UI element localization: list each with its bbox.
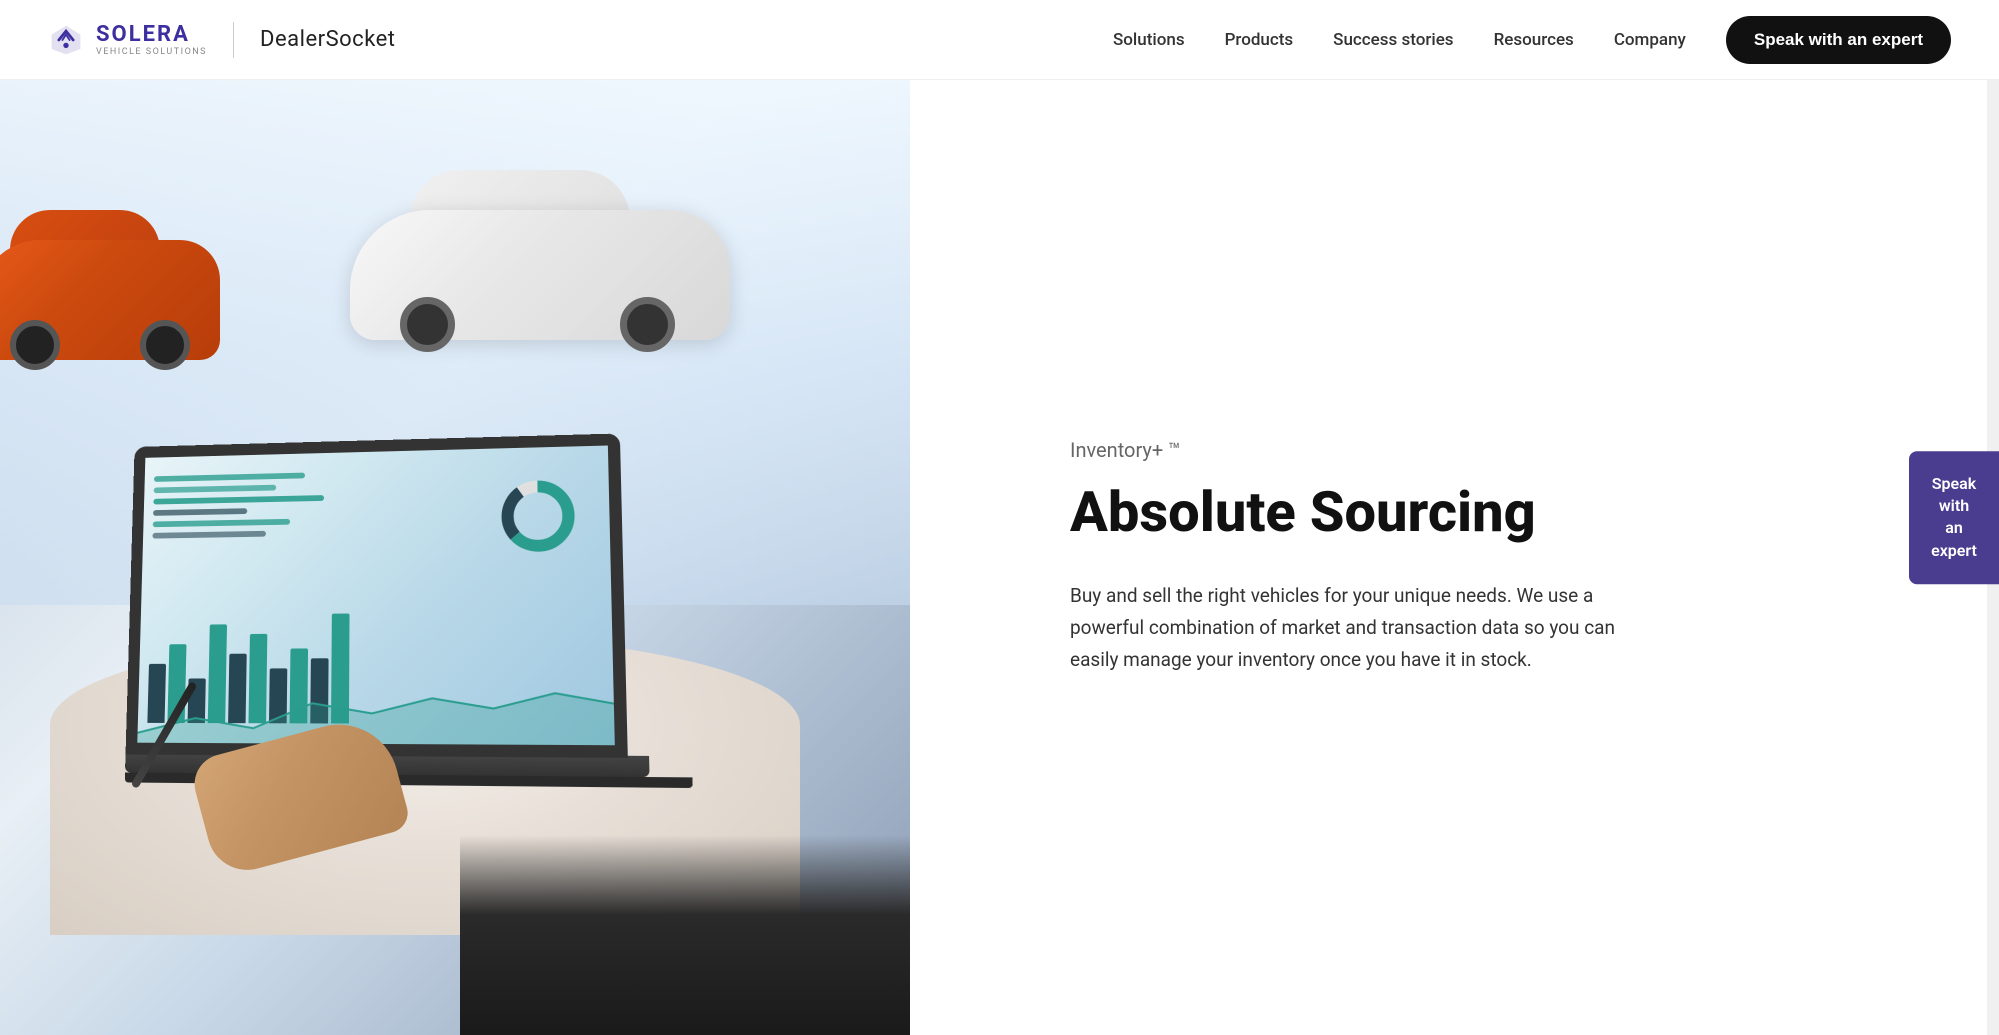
hero-image-panel [0,80,910,1035]
laptop-screen-content [137,446,615,746]
orange-car [0,160,240,360]
speak-with-expert-float-button[interactable]: Speak with an expert [1909,451,1999,585]
white-car [350,120,750,340]
nav-company[interactable]: Company [1614,30,1686,50]
nav-solutions[interactable]: Solutions [1113,30,1185,50]
solera-text-group: SOLERA Vehicle Solutions [96,22,207,57]
speak-with-expert-button[interactable]: Speak with an expert [1726,16,1951,64]
nav-success-stories[interactable]: Success stories [1333,30,1453,50]
navbar: SOLERA Vehicle Solutions DealerSocket So… [0,0,1999,80]
white-car-wheel-rear [620,297,675,352]
chart-horizontal-lines [152,472,343,545]
float-cta-line2: an expert [1931,519,1977,560]
bottom-dark-section [460,835,910,1035]
hero-section: Inventory+ ™ Absolute Sourcing Buy and s… [0,80,1999,1035]
product-description: Buy and sell the right vehicles for your… [1070,580,1630,677]
logo-divider [233,22,234,58]
product-title: Absolute Sourcing [1070,482,1650,544]
orange-car-wheel-front [10,320,60,370]
donut-chart [497,476,579,557]
area-chart [137,683,615,745]
solera-brand-name: SOLERA [96,22,207,47]
float-cta-line1: Speak with [1932,474,1976,515]
product-content-card: Inventory+ ™ Absolute Sourcing Buy and s… [1010,378,1710,736]
solera-icon [48,22,84,58]
product-label: Inventory+ ™ [1070,438,1650,462]
white-car-wheel-front [400,297,455,352]
nav-links: Solutions Products Success stories Resou… [1113,16,1951,64]
orange-car-wheel-rear [140,320,190,370]
solera-sub-label: Vehicle Solutions [96,47,207,57]
brand-logo[interactable]: SOLERA Vehicle Solutions DealerSocket [48,22,396,58]
nav-resources[interactable]: Resources [1494,30,1574,50]
dealer-socket-brand: DealerSocket [260,27,395,52]
hero-background [0,80,910,1035]
nav-products[interactable]: Products [1225,30,1294,50]
laptop-screen [126,433,628,757]
hero-content-panel: Inventory+ ™ Absolute Sourcing Buy and s… [910,80,1999,1035]
